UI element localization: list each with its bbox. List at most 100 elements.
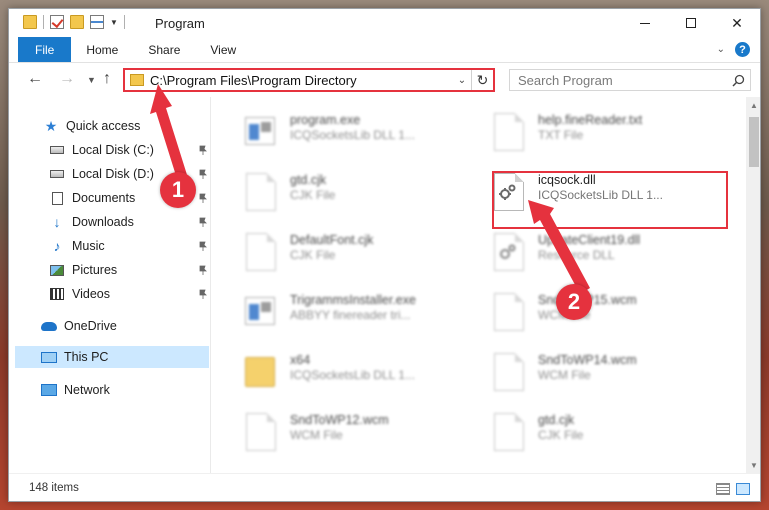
- sidebar-item-label: Quick access: [66, 119, 141, 133]
- pin-icon[interactable]: [199, 217, 207, 227]
- close-button[interactable]: ✕: [714, 9, 760, 37]
- sidebar-item-label: Local Disk (C:): [72, 143, 154, 157]
- sidebar-item-label: Downloads: [72, 215, 134, 229]
- pin-icon[interactable]: [199, 145, 207, 155]
- sidebar-item-music[interactable]: ♪ Music: [49, 235, 207, 257]
- sidebar-item-pictures[interactable]: Pictures: [49, 259, 207, 281]
- customize-toolbar-chevron-icon[interactable]: ▼: [110, 18, 118, 27]
- navigation-bar: ← → ▼ ↑ C:\Program Files\Program Directo…: [9, 63, 760, 97]
- sidebar-item-local-disk-c[interactable]: Local Disk (C:): [49, 139, 207, 161]
- file-item-sndtowp12-wcm[interactable]: SndToWP12.wcm WCM File: [242, 411, 467, 459]
- address-path[interactable]: C:\Program Files\Program Directory: [150, 73, 453, 88]
- address-folder-icon: [130, 74, 144, 86]
- file-item-gtd-cjk-2[interactable]: gtd.cjk CJK File: [490, 411, 715, 459]
- pictures-icon: [49, 263, 65, 277]
- file-item-x64-folder[interactable]: x64 ICQSocketsLib DLL 1...: [242, 351, 467, 399]
- ribbon-right-controls: ⌄ ?: [717, 37, 760, 62]
- sidebar-item-this-pc[interactable]: This PC: [15, 346, 209, 368]
- file-item-program-exe[interactable]: program.exe ICQSocketsLib DLL 1...: [242, 111, 467, 159]
- downloads-icon: ↓: [53, 214, 61, 230]
- quick-access-toolbar: ▼: [23, 15, 125, 29]
- recent-locations-chevron-icon[interactable]: ▼: [87, 75, 96, 85]
- sidebar-item-label: Music: [72, 239, 105, 253]
- help-button[interactable]: ?: [735, 42, 750, 57]
- music-icon: ♪: [53, 238, 61, 254]
- network-icon: [41, 383, 57, 397]
- details-view-icon[interactable]: [716, 483, 730, 495]
- pin-icon[interactable]: [199, 265, 207, 275]
- file-name: x64: [290, 353, 311, 367]
- computer-icon: [41, 350, 57, 364]
- status-bar: 148 items: [9, 473, 760, 501]
- tab-file[interactable]: File: [18, 37, 72, 62]
- file-name: gtd.cjk: [290, 173, 327, 187]
- vertical-scrollbar[interactable]: ▲ ▼: [746, 97, 760, 473]
- videos-icon: [49, 287, 65, 301]
- search-box[interactable]: [509, 69, 751, 91]
- title-bar: ▼ Program ✕: [9, 9, 760, 37]
- up-arrow-icon[interactable]: ↑: [103, 70, 111, 88]
- forward-arrow-icon[interactable]: →: [59, 70, 75, 88]
- file-name: help.fineReader.txt: [538, 113, 643, 127]
- file-item-trigramms-exe[interactable]: TrigrammsInstaller.exe ABBYY finereader …: [242, 291, 467, 339]
- file-item-gtd-cjk[interactable]: gtd.cjk CJK File: [242, 171, 467, 219]
- file-type: ABBYY finereader tri...: [290, 308, 411, 322]
- pin-icon[interactable]: [199, 193, 207, 203]
- sidebar-item-label: Documents: [72, 191, 136, 205]
- explorer-window: ▼ Program ✕ File Home Share View ⌄ ? ← →…: [8, 8, 761, 502]
- file-item-updateclient-dll[interactable]: UpdateClient19.dll Resource DLL: [490, 231, 715, 279]
- file-name: SndToWP12.wcm: [290, 413, 389, 427]
- tab-share[interactable]: Share: [133, 37, 195, 62]
- minimize-button[interactable]: [622, 9, 668, 37]
- new-folder-icon[interactable]: [70, 15, 84, 29]
- drive-icon: [49, 167, 65, 181]
- sidebar-item-downloads[interactable]: ↓ Downloads: [49, 211, 207, 233]
- step-2-badge: 2: [556, 284, 592, 320]
- pin-icon[interactable]: [199, 169, 207, 179]
- large-icons-view-icon[interactable]: [736, 483, 750, 495]
- generic-file-icon: [242, 171, 282, 215]
- tab-home[interactable]: Home: [71, 37, 133, 62]
- file-item-defaultfont-cjk[interactable]: DefaultFont.cjk CJK File: [242, 231, 467, 279]
- file-item-help-txt[interactable]: help.fineReader.txt TXT File: [490, 111, 715, 159]
- file-type: ICQSocketsLib DLL 1...: [290, 128, 415, 142]
- drive-icon: [49, 143, 65, 157]
- caption-buttons: ✕: [622, 9, 760, 37]
- properties-check-icon[interactable]: [50, 15, 64, 29]
- search-input[interactable]: [518, 72, 726, 88]
- sidebar-item-network[interactable]: Network: [41, 379, 201, 401]
- scroll-up-arrow-icon[interactable]: ▲: [746, 97, 760, 113]
- sidebar-item-videos[interactable]: Videos: [49, 283, 207, 305]
- search-icon[interactable]: [726, 74, 750, 87]
- maximize-button[interactable]: [668, 9, 714, 37]
- folder-icon: [242, 351, 282, 395]
- file-item-sndtowp14-wcm[interactable]: SndToWP14.wcm WCM File: [490, 351, 715, 399]
- pin-icon[interactable]: [199, 289, 207, 299]
- generic-file-icon: [490, 291, 530, 335]
- sidebar-item-label: Network: [64, 383, 110, 397]
- file-name: gtd.cjk: [538, 413, 575, 427]
- ribbon-tabs: File Home Share View ⌄ ?: [9, 37, 760, 63]
- file-type: CJK File: [290, 188, 336, 202]
- dll-gear-icon: [490, 231, 530, 275]
- tab-view[interactable]: View: [195, 37, 251, 62]
- rename-icon[interactable]: [90, 15, 104, 29]
- file-type: TXT File: [538, 128, 584, 142]
- generic-file-icon: [242, 231, 282, 275]
- sidebar-item-label: Local Disk (D:): [72, 167, 154, 181]
- scroll-thumb[interactable]: [749, 117, 759, 167]
- pin-icon[interactable]: [199, 241, 207, 251]
- scroll-down-arrow-icon[interactable]: ▼: [746, 457, 760, 473]
- address-bar[interactable]: C:\Program Files\Program Directory ⌄ ↻: [123, 68, 495, 92]
- sidebar-item-onedrive[interactable]: OneDrive: [41, 315, 201, 337]
- documents-icon: [49, 191, 65, 205]
- highlight-box: [492, 171, 728, 229]
- application-icon: [242, 291, 282, 335]
- sidebar-item-quick-access[interactable]: ★ Quick access: [43, 115, 203, 137]
- expand-ribbon-chevron-icon[interactable]: ⌄: [717, 44, 725, 55]
- address-history-chevron-icon[interactable]: ⌄: [453, 75, 471, 86]
- refresh-icon[interactable]: ↻: [471, 70, 493, 90]
- folder-icon[interactable]: [23, 15, 37, 29]
- back-arrow-icon[interactable]: ←: [27, 70, 43, 88]
- file-item-sndtowp15-wcm[interactable]: SndToWP15.wcm WCM File: [490, 291, 715, 339]
